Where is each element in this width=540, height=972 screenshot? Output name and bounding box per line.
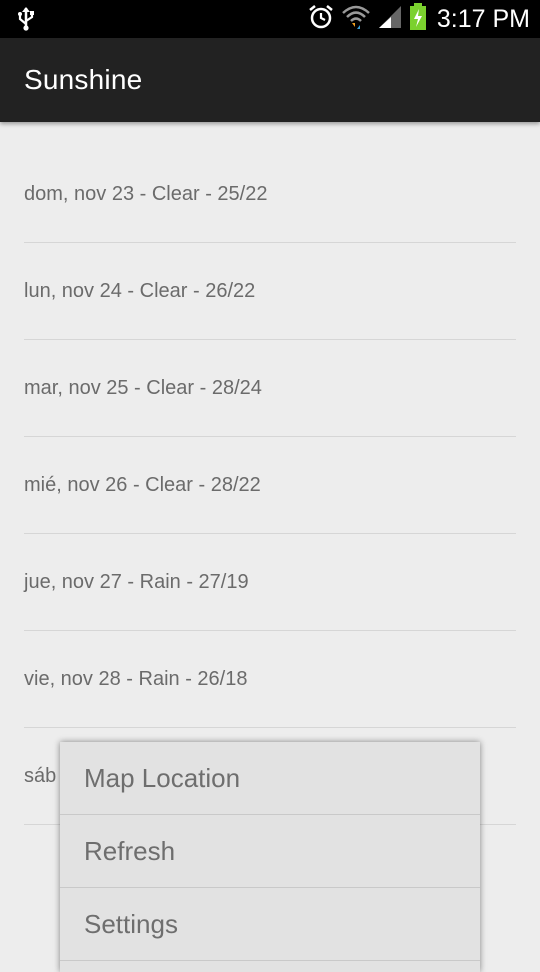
status-bar: 3:17 PM [0,0,540,38]
usb-icon [16,6,36,37]
forecast-item[interactable]: mar, nov 25 - Clear - 28/24 [24,340,516,437]
forecast-item[interactable]: mié, nov 26 - Clear - 28/22 [24,437,516,534]
status-time: 3:17 PM [436,4,530,33]
menu-item-map-location[interactable]: Map Location [60,742,480,815]
forecast-item[interactable]: lun, nov 24 - Clear - 26/22 [24,243,516,340]
battery-charging-icon [409,2,427,36]
menu-item-settings[interactable]: Settings [60,888,480,961]
menu-item-refresh[interactable]: Refresh [60,815,480,888]
overflow-menu: Map Location Refresh Settings [60,742,480,972]
alarm-icon [307,3,335,36]
signal-icon [377,4,403,35]
status-icons: 3:17 PM [307,0,530,38]
forecast-item[interactable]: dom, nov 23 - Clear - 25/22 [24,146,516,243]
forecast-list[interactable]: dom, nov 23 - Clear - 25/22 lun, nov 24 … [24,146,516,825]
app-title: Sunshine [24,64,143,95]
wifi-icon [341,3,371,36]
action-bar: Sunshine [0,38,540,122]
forecast-item[interactable]: vie, nov 28 - Rain - 26/18 [24,631,516,728]
forecast-item[interactable]: jue, nov 27 - Rain - 27/19 [24,534,516,631]
